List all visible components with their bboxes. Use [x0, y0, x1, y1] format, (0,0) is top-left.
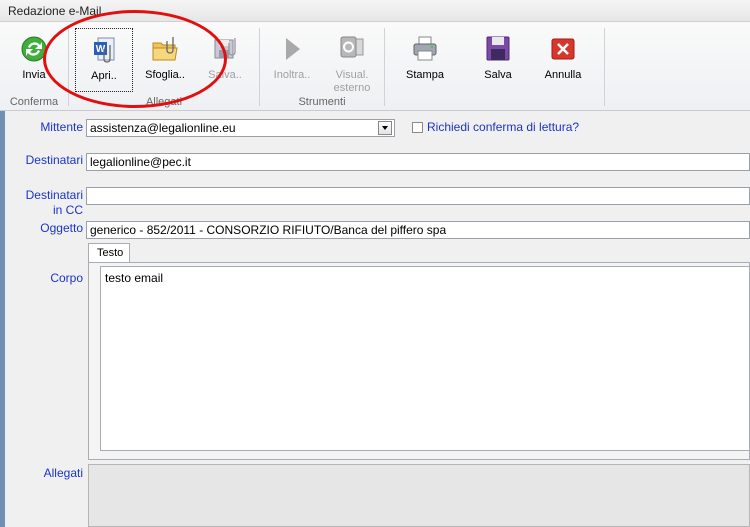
- printer-icon: [413, 36, 437, 61]
- ribbon-group-allegati: W Apri.. Sfoglia.. Salva.. Allegati: [69, 22, 259, 110]
- stampa-label: Stampa: [406, 69, 444, 81]
- word-document-icon: W: [94, 37, 115, 63]
- cc-label-line1: Destinatari: [25, 188, 83, 202]
- allegati-label: Allegati: [43, 466, 83, 480]
- cc-label: Destinatari in CC: [26, 188, 83, 218]
- invia-button[interactable]: Invia: [6, 28, 62, 90]
- oggetto-label: Oggetto: [40, 221, 83, 235]
- save-attachment-icon: [214, 38, 236, 59]
- conferma-lettura-checkbox[interactable]: [412, 122, 423, 133]
- oggetto-field[interactable]: generico - 852/2011 - CONSORZIO RIFIUTO/…: [86, 221, 750, 239]
- send-icon: [21, 36, 47, 62]
- ribbon-group-strumenti: Inoltra.. Visual. esterno Strumenti: [260, 22, 384, 110]
- visual-esterno-button[interactable]: Visual. esterno: [324, 28, 380, 94]
- mittente-label: Mittente: [40, 120, 83, 134]
- destinatari-label: Destinatari: [25, 153, 83, 167]
- window-titlebar: Redazione e-Mail: [0, 0, 750, 22]
- group-label-conferma: Conferma: [9, 96, 59, 108]
- conferma-lettura-label[interactable]: Richiedi conferma di lettura?: [427, 120, 579, 134]
- group-label-strumenti: Strumenti: [298, 96, 346, 108]
- mittente-select[interactable]: assistenza@legalionline.eu: [86, 119, 395, 137]
- close-icon: [551, 38, 575, 60]
- corpo-value: testo email: [105, 271, 164, 285]
- annulla-button[interactable]: Annulla: [535, 28, 591, 90]
- chevron-down-icon[interactable]: [378, 121, 392, 135]
- group-separator: [604, 28, 605, 106]
- window-title: Redazione e-Mail: [8, 4, 102, 18]
- mittente-value: assistenza@legalionline.eu: [90, 121, 236, 135]
- oggetto-value: generico - 852/2011 - CONSORZIO RIFIUTO/…: [90, 223, 447, 237]
- cc-label-line2: in CC: [52, 203, 83, 217]
- corpo-label: Corpo: [50, 271, 83, 285]
- floppy-disk-icon: [486, 36, 510, 61]
- apri-label: Apri..: [91, 70, 117, 82]
- ribbon-group-conferma: Invia Conferma: [0, 22, 68, 110]
- apri-button[interactable]: W Apri..: [75, 28, 133, 92]
- salva-button[interactable]: Salva: [470, 28, 526, 90]
- corpo-textarea[interactable]: testo email: [100, 266, 750, 451]
- sfoglia-button[interactable]: Sfoglia..: [137, 28, 193, 90]
- visual-esterno-label-line1: Visual.: [335, 69, 369, 81]
- group-label-allegati: Allegati: [145, 96, 183, 108]
- tab-testo[interactable]: Testo: [88, 243, 130, 263]
- stampa-button[interactable]: Stampa: [397, 28, 453, 90]
- left-edge-strip: [0, 111, 5, 527]
- salva-allegato-button[interactable]: Salva..: [197, 28, 253, 90]
- sfoglia-label: Sfoglia..: [145, 69, 185, 81]
- ribbon-group-actions: Stampa Salva Annulla: [385, 22, 605, 110]
- visual-esterno-label-line2: esterno: [333, 82, 371, 94]
- cc-field[interactable]: [86, 187, 750, 205]
- salva-allegato-label: Salva..: [208, 69, 242, 81]
- salva-label: Salva: [484, 69, 512, 81]
- ribbon-toolbar: Invia Conferma W Apri.. Sfoglia.. Salva.…: [0, 22, 750, 111]
- email-form: Mittente assistenza@legalionline.eu Rich…: [0, 111, 750, 527]
- outlook-icon: [340, 36, 364, 58]
- visual-esterno-label: Visual. esterno: [324, 69, 380, 95]
- annulla-label: Annulla: [544, 69, 582, 81]
- destinatari-field[interactable]: legalionline@pec.it: [86, 153, 750, 171]
- inoltra-button[interactable]: Inoltra..: [264, 28, 320, 90]
- allegati-list[interactable]: [88, 464, 750, 527]
- destinatari-value: legalionline@pec.it: [90, 155, 191, 169]
- invia-label: Invia: [22, 69, 46, 81]
- inoltra-label: Inoltra..: [273, 69, 311, 81]
- folder-attach-icon: [152, 37, 178, 61]
- forward-arrow-icon: [286, 38, 300, 60]
